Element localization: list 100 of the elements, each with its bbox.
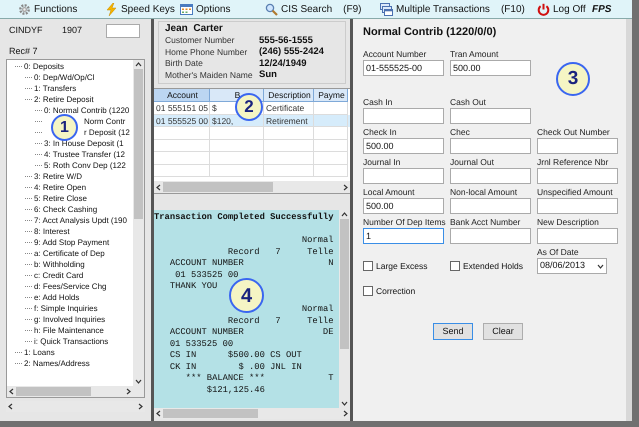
receipt-line: Normal — [302, 304, 334, 316]
input-field[interactable] — [106, 24, 140, 38]
tree-item[interactable]: a: Certificate of Dep — [34, 248, 105, 259]
text-field[interactable] — [450, 138, 531, 154]
receipt-line: THANK YOU — [170, 281, 218, 292]
receipt-line: Normal — [302, 235, 334, 246]
tree-item[interactable]: 5: Retire Close — [34, 193, 87, 204]
tree-item[interactable]: 4: Retire Open — [34, 182, 86, 193]
receipt-line: ACCOUNT NUMBER N — [170, 258, 334, 270]
form-button[interactable]: Clear — [483, 323, 523, 340]
toolbar-button[interactable]: Log Off — [537, 2, 590, 16]
vertical-scrollbar[interactable] — [133, 60, 144, 386]
form-title: Normal Contrib (1220/0/0) — [363, 25, 498, 38]
tree-item[interactable]: r Deposit (12 — [84, 127, 130, 138]
field-label: Cash In — [363, 97, 394, 108]
text-field[interactable] — [537, 168, 618, 184]
tree-item[interactable]: 7: Acct Analysis Updt (190 — [34, 215, 127, 226]
text-field[interactable]: 1 — [363, 228, 444, 244]
tree-item[interactable]: 1: Transfers — [34, 83, 76, 94]
toolbar-button[interactable]: CIS Search (F9) — [265, 2, 380, 16]
scrollbar-thumb[interactable] — [134, 69, 143, 219]
tree-item[interactable]: 2: Names/Address — [24, 358, 90, 369]
tree-item[interactable]: 4: Trustee Transfer (12 — [44, 149, 125, 160]
scrollbar-thumb[interactable] — [16, 387, 91, 396]
scroll-right-icon — [138, 403, 143, 410]
tree-item[interactable]: 0: Deposits — [24, 61, 64, 72]
tree-item[interactable]: 6: Check Cashing — [34, 204, 98, 215]
text-field[interactable] — [450, 228, 531, 244]
scrollbar-thumb[interactable] — [163, 182, 273, 192]
text-field[interactable] — [363, 108, 444, 124]
field-label: Birth Date — [165, 57, 204, 70]
tree-item[interactable]: 2: Retire Deposit — [34, 94, 94, 105]
field-label: Journal Out — [450, 157, 495, 168]
toolbar-button[interactable]: Options — [180, 2, 265, 16]
text-field[interactable] — [450, 198, 531, 214]
scroll-right-icon — [126, 388, 131, 395]
gear-icon — [18, 2, 31, 16]
checkbox[interactable]: Large Excess — [363, 259, 444, 273]
field-label: Non-local Amount — [450, 187, 518, 198]
tree-item[interactable]: 1: Loans — [24, 347, 55, 358]
brand-logo: FPS — [592, 2, 612, 16]
tree-item[interactable]: 8: Interest — [34, 226, 70, 237]
toolbar-button[interactable]: Speed Keys — [105, 2, 180, 16]
column-header[interactable]: Payme — [314, 89, 348, 102]
tree-item[interactable]: i: Quick Transactions — [34, 336, 108, 347]
toolbar-button[interactable]: Functions — [18, 2, 105, 16]
field-value: Sun — [259, 68, 277, 82]
field-label: Home Phone Number — [165, 46, 248, 59]
tree-item[interactable]: Norm Contr — [84, 116, 126, 127]
scrollbar-thumb[interactable] — [163, 409, 258, 418]
table-cell — [314, 140, 348, 152]
scroll-up-icon — [341, 212, 348, 217]
tree-item[interactable]: b: Withholding — [34, 259, 85, 270]
field-value: (246) 555-2424 — [259, 45, 324, 59]
tree-item[interactable]: c: Credit Card — [34, 270, 84, 281]
scroll-left-icon — [9, 388, 14, 395]
tree-item[interactable]: 9: Add Stop Payment — [34, 237, 110, 248]
scroll-down-icon — [135, 379, 142, 384]
scroll-left-icon — [156, 184, 161, 190]
user-id: CINDYF — [9, 24, 44, 38]
horizontal-scrollbar[interactable] — [7, 386, 133, 397]
text-field[interactable] — [363, 168, 444, 184]
search-icon — [265, 2, 278, 16]
tree-item[interactable]: f: Simple Inquiries — [34, 303, 98, 314]
toolbar-button[interactable]: Multiple Transactions (F10) — [380, 2, 537, 16]
text-field[interactable]: 500.00 — [363, 198, 444, 214]
table-cell — [314, 152, 348, 164]
tree-item[interactable]: e: Add Holds — [34, 292, 80, 303]
table-cell — [314, 114, 348, 127]
tree-item[interactable]: 5: Roth Conv Dep (122 — [44, 160, 126, 171]
tree-item[interactable]: 3: Retire W/D — [34, 171, 82, 182]
text-field[interactable]: 500.00 — [450, 60, 531, 76]
text-field[interactable]: 500.00 — [363, 138, 444, 154]
checkbox[interactable]: Extended Holds — [450, 259, 531, 273]
scroll-left-icon — [8, 403, 13, 410]
table-cell — [210, 140, 264, 152]
form-button[interactable]: Send — [433, 323, 473, 340]
tree-item[interactable]: 3: In House Deposit (1 — [44, 138, 124, 149]
receipt-line: 01 533525 00 — [170, 338, 234, 350]
text-field[interactable] — [450, 108, 531, 124]
column-header[interactable]: Description — [264, 89, 314, 102]
horizontal-scrollbar[interactable] — [154, 408, 350, 419]
scrollbar-thumb[interactable] — [340, 219, 349, 349]
tree-item[interactable]: 0: Dep/Wd/Op/Cl — [34, 72, 94, 83]
text-field[interactable]: 01-555525-00 — [363, 60, 444, 76]
text-field[interactable] — [537, 228, 618, 244]
tree-item[interactable]: d: Fees/Service Chg — [34, 281, 106, 292]
horizontal-scrollbar[interactable] — [154, 181, 350, 193]
tree-item[interactable]: 0: Normal Contrib (1220 — [44, 105, 130, 116]
text-field[interactable] — [537, 138, 618, 154]
date-dropdown[interactable]: 08/06/2013 — [537, 258, 607, 274]
text-field[interactable] — [537, 198, 618, 214]
column-header[interactable]: Account — [154, 89, 210, 102]
tree-item[interactable]: h: File Maintenance — [34, 325, 104, 336]
receipt-line: CS IN $500.00 CS OUT — [170, 350, 302, 362]
scroll-down-icon — [341, 401, 348, 406]
text-field[interactable] — [450, 168, 531, 184]
field-label: Customer Number — [165, 34, 236, 48]
checkbox[interactable]: Correction — [363, 284, 444, 298]
tree-item[interactable]: g: Involved Inquiries — [34, 314, 106, 325]
